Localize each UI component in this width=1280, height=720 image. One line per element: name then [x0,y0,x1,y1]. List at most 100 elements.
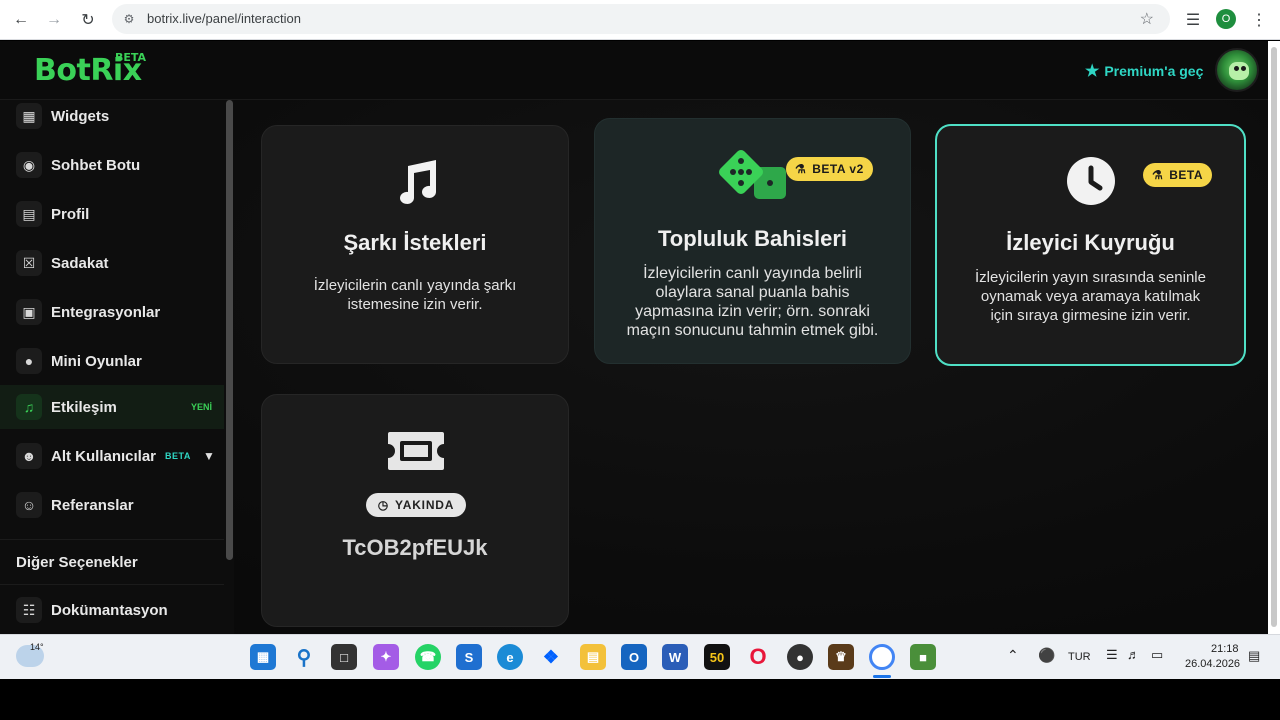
card-title: TcOB2pfEUJk [342,535,488,560]
sidebar-item-label: Sohbet Botu [51,156,141,174]
card-title: Topluluk Bahisleri [657,226,848,251]
sidebar-item-label: Mini Oyunlar [51,352,142,370]
sidebar-item-alt-kullanicilar[interactable]: ☻ Alt Kullanıcılar BETA ▼ [0,434,224,478]
sidebar-item-referanslar[interactable]: ☺ Referanslar [0,483,224,527]
microphone-icon[interactable]: ⚫ [1038,647,1055,664]
widgets-icon: ▦ [16,103,42,129]
app-50-icon[interactable]: 50 [704,644,730,670]
beta-badge: ⚗ BETA [1143,163,1213,187]
clock-date[interactable]: 26.04.2026 [1185,658,1240,670]
badge-label: BETA [1169,168,1204,182]
active-app-indicator [873,675,891,678]
page-scrollbar[interactable] [1268,41,1280,634]
flask-icon: ⚗ [1152,168,1164,182]
card-sarki-istekleri[interactable]: Şarkı İstekleri İzleyicilerin canlı yayı… [261,125,569,364]
coming-soon-badge: ◷ YAKINDA [366,493,466,517]
forward-icon[interactable]: → [42,8,66,32]
search-icon[interactable]: ⚲ [291,644,317,670]
card-desc-line: istemesine izin verir. [347,296,483,313]
task-view-icon[interactable]: □ [331,644,357,670]
page-scrollbar-thumb[interactable] [1271,47,1277,627]
dropbox-icon[interactable]: ❖ [538,644,564,670]
chevron-up-icon[interactable]: ⌃ [1007,647,1019,664]
sidebar: ▦ Widgets ◉ Sohbet Botu ▤ Profil ☒ Sadak… [0,100,234,634]
card-topluluk-bahisleri[interactable]: ⚗ BETA v2 Topluluk Bahisleri İzleyiciler… [594,118,911,364]
card-description: İzleyicilerin yayın sırasında seninle oy… [937,268,1244,325]
sidebar-item-profil[interactable]: ▤ Profil [0,192,224,236]
profile-avatar[interactable]: O [1216,9,1236,29]
card-desc-line: için sıraya girmesine izin verir. [990,307,1191,324]
back-icon[interactable]: ← [9,8,33,32]
reload-icon[interactable]: ↻ [76,8,100,32]
windows-taskbar: 14° ▦ ⚲ □ ✦ ☎ S e ❖ ▤ O W 50 O ● ♛ ■ ⌃ ⚫… [0,634,1280,679]
sidebar-item-label: Profil [51,205,90,223]
book-icon: ☷ [16,597,42,623]
users-icon: ☻ [16,443,42,469]
app-game-icon[interactable]: ♛ [828,644,854,670]
section-title: Diğer Seçenekler [16,554,138,571]
app-dark-icon[interactable]: ● [787,644,813,670]
sidebar-item-label: Referanslar [51,496,134,514]
sidebar-item-widgets[interactable]: ▦ Widgets [0,94,224,138]
divider [0,584,224,585]
whatsapp-icon[interactable]: ☎ [415,644,441,670]
chrome-icon[interactable] [869,644,895,670]
sidebar-scrollbar-thumb[interactable] [226,100,233,560]
badge-label: BETA v2 [812,162,864,176]
user-avatar[interactable] [1215,48,1259,92]
battery-icon[interactable]: ▭ [1151,647,1163,663]
windows-start-icon[interactable]: ▦ [250,644,276,670]
address-bar[interactable]: ⚙ botrix.live/panel/interaction ☆ [112,4,1170,34]
sidebar-item-label: Sadakat [51,254,109,272]
clock-icon: ◷ [377,498,390,512]
integration-icon: ▣ [16,299,42,325]
dice-icon [719,150,786,199]
bookmark-star-icon[interactable]: ☆ [1140,9,1154,29]
app-root: BotRix BETA ★ Premium'a geç ▦ Widgets ◉ … [0,41,1280,634]
ticket-icon [388,432,444,470]
word-icon[interactable]: W [662,644,688,670]
premium-button[interactable]: ★ Premium'a geç [1085,61,1203,81]
card-desc-line: İzleyicilerin yayın sırasında seninle [975,269,1206,286]
card-title: İzleyici Kuyruğu [1006,230,1175,255]
clock-time[interactable]: 21:18 [1211,643,1239,655]
sidebar-item-dokumantasyon[interactable]: ☷ Dokümantasyon [0,588,224,632]
card-coming-soon[interactable]: ◷ YAKINDA TcOB2pfEUJk [261,394,569,627]
sidebar-item-label: Alt Kullanıcılar [51,447,157,465]
notification-icon[interactable]: ▤ [1248,648,1260,664]
sidebar-item-entegrasyonlar[interactable]: ▣ Entegrasyonlar [0,290,224,334]
card-izleyici-kuyrugu[interactable]: ⚗ BETA İzleyici Kuyruğu İzleyicilerin ya… [935,124,1246,366]
weather-temp: 14° [30,642,44,652]
beta-badge: BETA [165,451,191,461]
minecraft-icon[interactable]: ■ [910,644,936,670]
card-desc-line: İzleyicilerin canlı yayında şarkı [313,277,517,294]
site-info-icon[interactable]: ⚙ [120,10,138,28]
sidebar-item-mini-oyunlar[interactable]: ● Mini Oyunlar [0,339,224,383]
wifi-icon[interactable]: ☰ [1106,647,1118,663]
card-desc-line: İzleyicilerin canlı yayında belirli [643,265,862,282]
language-indicator[interactable]: TUR [1068,651,1091,663]
card-desc-line: olaylara sanal puanla bahis [655,284,850,301]
volume-icon[interactable]: ♬ [1127,647,1140,662]
opera-icon[interactable]: O [745,644,771,670]
sidebar-item-label: Entegrasyonlar [51,303,161,321]
menu-dots-icon[interactable]: ⋮ [1247,8,1271,32]
sidebar-item-sadakat[interactable]: ☒ Sadakat [0,241,224,285]
sidebar-item-label: Widgets [51,107,110,125]
chevron-down-icon[interactable]: ▼ [203,449,215,463]
card-description: İzleyicilerin canlı yayında şarkı isteme… [262,276,568,314]
app-s-icon[interactable]: S [456,644,482,670]
url-text: botrix.live/panel/interaction [147,11,301,26]
copilot-icon[interactable]: ✦ [373,644,399,670]
gamepad-icon: ● [16,348,42,374]
flask-icon: ⚗ [795,162,807,176]
file-explorer-icon[interactable]: ▤ [580,644,606,670]
edge-icon[interactable]: e [497,644,523,670]
card-desc-line: oynamak veya aramaya katılmak [980,288,1201,305]
card-title: Şarkı İstekleri [343,230,487,255]
media-control-icon[interactable]: ☰ [1181,8,1205,32]
sidebar-item-sohbet-botu[interactable]: ◉ Sohbet Botu [0,143,224,187]
outlook-icon[interactable]: O [621,644,647,670]
sidebar-item-etkilesim[interactable]: ♫ Etkileşim YENİ [0,385,224,429]
music-icon: ♫ [16,394,42,420]
